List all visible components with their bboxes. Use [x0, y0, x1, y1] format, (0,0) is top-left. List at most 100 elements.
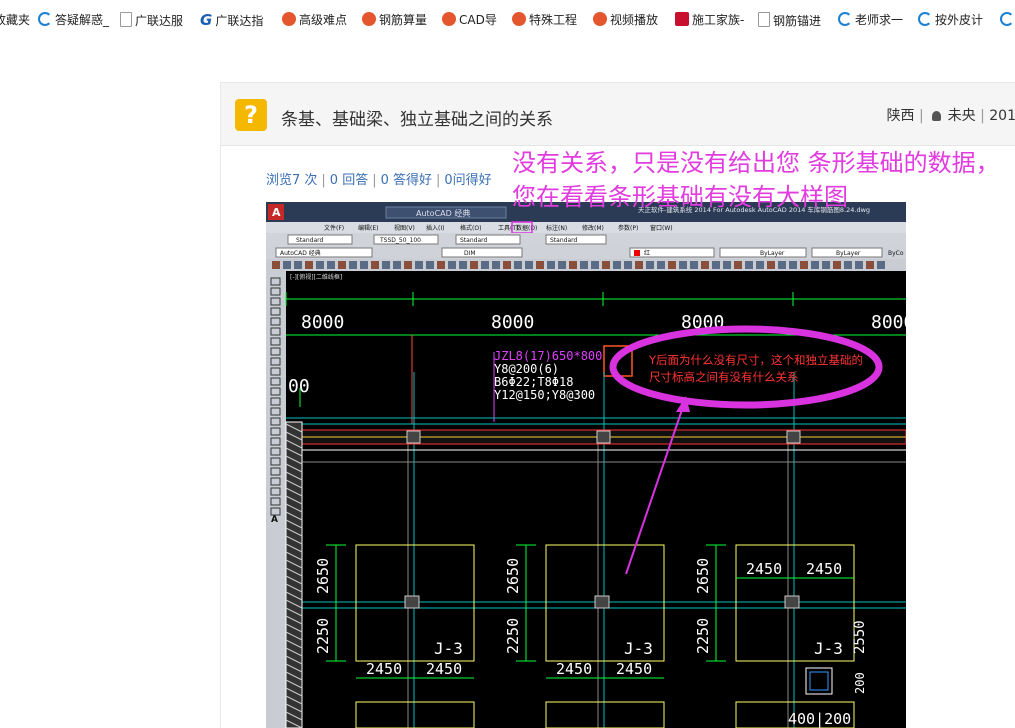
- bookmark-item[interactable]: CAD导: [442, 12, 497, 28]
- toolbar-tool-icon: [327, 261, 335, 269]
- toolbar-tool-icon: [404, 261, 412, 269]
- toolbar-tool-icon: [503, 261, 511, 269]
- bookmark-label: 广联达指: [215, 14, 264, 28]
- dim-text-top: 8000: [491, 312, 534, 333]
- meta-user-link[interactable]: 未央: [948, 108, 976, 124]
- toolbar-tool-icon: [866, 261, 874, 269]
- bookmark-item[interactable]: 钢筋锚进: [758, 12, 821, 28]
- footing-dim-vertical: 2650: [504, 558, 522, 594]
- toolbar-tool-icon: [382, 261, 390, 269]
- cad-menu-item: 修改(M): [582, 224, 604, 232]
- bookmark-label: 高级难点: [299, 13, 348, 27]
- toolbar-tool-icon: [349, 261, 357, 269]
- column-hatch: [596, 430, 611, 444]
- toolbar-tool-icon: [580, 261, 588, 269]
- toolbar-tool-icon: [855, 261, 863, 269]
- cad-menu-item: 视图(V): [394, 224, 415, 232]
- cad-quick-access-title: AutoCAD 经典: [416, 208, 470, 218]
- views-count: 浏览7 次: [266, 173, 318, 188]
- toolbar-tool-icon: [591, 261, 599, 269]
- answer-text: 没有关系，只是没有给出您 条形基础的数据，您在看看条形基础有没有大样图: [512, 149, 1000, 211]
- autocad-logo-letter: A: [272, 206, 281, 219]
- cad-menu-item: 参数(P): [618, 224, 638, 232]
- toolbar-tool-icon: [294, 261, 302, 269]
- meta-date: 201: [989, 108, 1015, 124]
- bookmark-label: 钢筋锚进: [773, 14, 822, 28]
- question-header: ? 条基、基础梁、独立基础之间的关系 陕西 | 未央 | 201: [221, 83, 1015, 146]
- lineweight-value: ByLayer: [836, 250, 861, 257]
- good-answers-count: 0 答得好: [380, 173, 432, 188]
- answers-count[interactable]: 0 回答: [330, 173, 368, 188]
- toolbar-tool-icon: [712, 261, 720, 269]
- toolbar-tool-icon: [723, 261, 731, 269]
- question-meta: 陕西 | 未央 | 201: [886, 108, 1015, 124]
- toolbar-tool-icon: [305, 261, 313, 269]
- toolbar-tool-icon: [789, 261, 797, 269]
- toolbar-tool-icon: [316, 261, 324, 269]
- footing-dim-vertical: 2650: [694, 558, 712, 594]
- toolbar-tool-icon: [283, 261, 291, 269]
- toolbar-tool-icon: [701, 261, 709, 269]
- cad-screenshot-image[interactable]: A AutoCAD 经典 天正软件-建筑系统 2014 For Autodesk A…: [266, 202, 906, 728]
- linetype-value: ByLayer: [760, 250, 785, 257]
- meta-region-link[interactable]: 陕西: [887, 108, 915, 124]
- dim-text-left: 00: [288, 376, 310, 397]
- bookmark-item[interactable]: 高级难点: [282, 12, 347, 28]
- bookmark-item[interactable]: 按外皮计: [918, 12, 983, 28]
- bookmark-item[interactable]: 答疑解惑_: [38, 12, 109, 28]
- footing-label: J-3: [814, 639, 843, 658]
- question-stats: 浏览7 次 | 0 回答 | 0 答得好 | 0问得好: [266, 173, 492, 188]
- bookmark-item[interactable]: 收藏夹: [0, 12, 30, 28]
- footing-label: J-3: [624, 639, 653, 658]
- dim-text-top: 8000: [301, 312, 344, 333]
- site-icon: [593, 12, 607, 26]
- footing-dim-horizontal: 2450: [366, 660, 402, 678]
- color-swatch: [634, 250, 640, 256]
- cad-menu-item: 编辑(E): [358, 224, 378, 232]
- footing-dim-horizontal: 2450: [556, 660, 592, 678]
- bookmark-item[interactable]: 特殊工程: [512, 12, 577, 28]
- footing-dim-vertical: 2250: [694, 618, 712, 654]
- footing-dim-horizontal: 2450: [426, 660, 462, 678]
- toolbar-tool-icon: [393, 261, 401, 269]
- bookmark-item[interactable]: 视频播放: [593, 12, 658, 28]
- toolbar-tool-icon: [360, 261, 368, 269]
- bookmark-item[interactable]: 钢筋算量: [362, 12, 427, 28]
- site-icon: [282, 12, 296, 26]
- annotation-note-line: 尺寸标高之间有没有什么关系: [649, 370, 799, 384]
- toolbar-tool-icon: [800, 261, 808, 269]
- toolbar-tool-icon: [811, 261, 819, 269]
- site-icon: [442, 12, 456, 26]
- bookmark-item[interactable]: 广联达服: [120, 12, 183, 28]
- toolbar-tool-icon: [602, 261, 610, 269]
- toolbar-tool-icon: [613, 261, 621, 269]
- bookmark-item[interactable]: [1000, 12, 1015, 28]
- e-icon: [1000, 12, 1014, 26]
- toolbar-tool-icon: [679, 261, 687, 269]
- toolbar-tool-icon: [822, 261, 830, 269]
- bookmark-item[interactable]: 施工家族-: [675, 12, 744, 28]
- bookmark-item[interactable]: 老师求一: [838, 12, 903, 28]
- page-icon: [120, 12, 132, 27]
- dim-text-right: 2550: [852, 620, 868, 654]
- toolbar-tool-icon: [657, 261, 665, 269]
- dim-text-bottom: 400|200: [788, 710, 851, 728]
- beam-label-line: Y12@150;Y8@300: [494, 388, 595, 402]
- cad-menu-item: 格式(O): [460, 224, 481, 232]
- footing-dim-horizontal: 2450: [806, 560, 842, 578]
- bookmark-label: 老师求一: [855, 13, 904, 27]
- toolbar-tool-icon: [492, 261, 500, 269]
- footing-dim-vertical: 2250: [504, 618, 522, 654]
- toolbar-tool-icon: [767, 261, 775, 269]
- bookmark-item[interactable]: G 广联达指: [200, 12, 263, 28]
- toolbar-tool-icon: [690, 261, 698, 269]
- annotation-ellipse: [609, 325, 883, 409]
- bookmark-label: 特殊工程: [529, 13, 578, 27]
- cad-menu-item: 插入(I): [426, 224, 444, 232]
- beam-label-line: JZL8(17)650*800: [494, 349, 602, 363]
- asked-good-count[interactable]: 0问得好: [444, 173, 491, 188]
- toolbar-tool-icon: [569, 261, 577, 269]
- user-icon: [932, 111, 942, 121]
- toolbar-tool-icon: [734, 261, 742, 269]
- site-icon: [362, 12, 376, 26]
